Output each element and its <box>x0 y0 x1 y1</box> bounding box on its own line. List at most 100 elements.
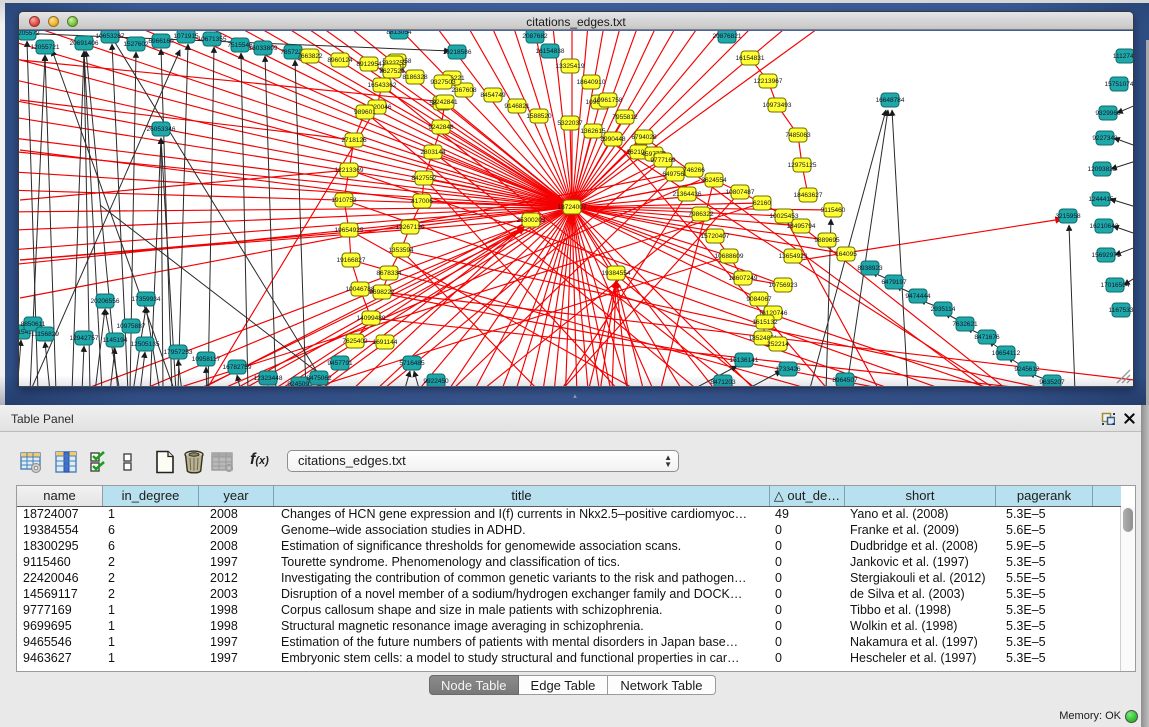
svg-text:7632621: 7632621 <box>952 321 978 328</box>
svg-text:9474444: 9474444 <box>905 293 931 300</box>
svg-text:3627521: 3627521 <box>379 68 405 75</box>
svg-text:252214: 252214 <box>767 341 789 348</box>
svg-text:8427552: 8427552 <box>411 175 437 182</box>
svg-text:10046788: 10046788 <box>346 286 375 293</box>
svg-text:9084067: 9084067 <box>746 296 772 303</box>
svg-text:15692971: 15692971 <box>1092 252 1121 259</box>
svg-text:12213967: 12213967 <box>754 78 783 85</box>
svg-text:18463627: 18463627 <box>794 192 823 199</box>
svg-text:10973493: 10973493 <box>763 102 792 109</box>
svg-text:2935114: 2935114 <box>931 306 956 313</box>
svg-text:7625402: 7625402 <box>342 338 368 345</box>
svg-text:8964507: 8964507 <box>832 377 858 384</box>
svg-text:6966160: 6966160 <box>148 38 174 45</box>
svg-text:12505135: 12505135 <box>131 341 160 348</box>
svg-text:7485063: 7485063 <box>785 132 811 139</box>
svg-text:12093823: 12093823 <box>1088 166 1117 173</box>
svg-text:8912954: 8912954 <box>356 61 382 68</box>
svg-text:17957253: 17957253 <box>164 349 193 356</box>
svg-text:1205572: 1205572 <box>19 31 40 37</box>
svg-text:16543362: 16543362 <box>368 82 397 89</box>
svg-text:9457791: 9457791 <box>327 360 353 367</box>
svg-text:16033809: 16033809 <box>249 45 278 52</box>
svg-text:19166827: 19166827 <box>337 257 366 264</box>
svg-text:13654923: 13654923 <box>779 253 808 260</box>
svg-text:13267130: 13267130 <box>396 224 425 231</box>
svg-text:9635207: 9635207 <box>1039 379 1065 386</box>
svg-text:20206556: 20206556 <box>91 298 120 305</box>
svg-text:1244415: 1244415 <box>1088 196 1114 203</box>
svg-text:1167533: 1167533 <box>1109 307 1133 314</box>
svg-text:25300203: 25300203 <box>517 217 546 224</box>
svg-text:18607249: 18607249 <box>729 275 758 282</box>
svg-text:8454749: 8454749 <box>480 92 506 99</box>
svg-text:1615132: 1615132 <box>752 319 778 326</box>
svg-text:1112748: 1112748 <box>1113 53 1133 60</box>
svg-text:989601: 989601 <box>354 109 376 116</box>
svg-text:417006: 417006 <box>411 198 433 205</box>
svg-text:164095: 164095 <box>835 251 857 258</box>
svg-text:9327503: 9327503 <box>430 79 456 86</box>
svg-text:13325419: 13325419 <box>556 63 585 70</box>
svg-text:2718126: 2718126 <box>341 137 367 144</box>
svg-text:1733426: 1733426 <box>775 366 801 373</box>
svg-text:10807487: 10807487 <box>726 189 755 196</box>
svg-text:9889695: 9889695 <box>814 237 840 244</box>
svg-text:62160: 62160 <box>753 200 771 207</box>
svg-text:20691406: 20691406 <box>70 40 99 47</box>
svg-text:10654112: 10654112 <box>992 350 1021 357</box>
svg-text:12055721: 12055721 <box>31 44 60 51</box>
svg-text:10688609: 10688609 <box>715 253 744 260</box>
svg-text:26053346: 26053346 <box>147 126 176 133</box>
svg-text:1588520: 1588520 <box>526 113 552 120</box>
svg-text:16648784: 16648784 <box>876 97 905 104</box>
svg-text:12942757: 12942757 <box>70 335 99 342</box>
svg-text:9115460: 9115460 <box>821 207 846 214</box>
svg-text:7986322: 7986322 <box>688 211 714 218</box>
svg-text:12975125: 12975125 <box>788 162 817 169</box>
svg-text:9777169: 9777169 <box>650 157 676 164</box>
svg-text:1362615: 1362615 <box>580 128 606 135</box>
svg-text:20876821: 20876821 <box>713 33 742 40</box>
svg-text:10958117: 10958117 <box>192 356 221 363</box>
svg-text:9146821: 9146821 <box>504 103 530 110</box>
svg-text:746266: 746266 <box>683 167 705 174</box>
svg-text:10756923: 10756923 <box>769 282 798 289</box>
svg-text:17016504: 17016504 <box>1101 282 1130 289</box>
svg-text:1910753: 1910753 <box>331 197 357 204</box>
svg-text:8678334: 8678334 <box>376 270 402 277</box>
svg-text:1071915: 1071915 <box>173 33 199 40</box>
svg-text:19384554: 19384554 <box>602 270 631 277</box>
svg-text:1353594: 1353594 <box>388 247 414 254</box>
svg-text:16210643: 16210643 <box>1090 223 1119 230</box>
svg-text:10975887: 10975887 <box>117 323 146 330</box>
svg-text:6794028: 6794028 <box>631 134 657 141</box>
svg-text:3624554: 3624554 <box>701 177 727 184</box>
svg-text:12323448: 12323448 <box>254 375 283 382</box>
svg-text:5716485: 5716485 <box>399 360 425 367</box>
svg-text:9242848: 9242848 <box>428 124 454 131</box>
svg-text:1527602: 1527602 <box>123 41 149 48</box>
svg-text:7663822: 7663822 <box>297 53 323 60</box>
svg-text:3215958: 3215958 <box>1055 213 1081 220</box>
svg-text:15751074: 15751074 <box>1105 81 1133 88</box>
svg-text:8186328: 8186328 <box>402 74 428 81</box>
svg-text:11156829: 11156829 <box>31 331 59 338</box>
svg-text:8938923: 8938923 <box>857 265 883 272</box>
svg-text:18724007: 18724007 <box>558 204 587 211</box>
svg-text:8960124: 8960124 <box>327 57 353 64</box>
svg-text:15136141: 15136141 <box>730 357 759 364</box>
svg-text:12213369: 12213369 <box>335 167 364 174</box>
svg-text:10653287: 10653287 <box>96 33 125 40</box>
svg-text:14099489: 14099489 <box>357 315 386 322</box>
svg-text:2367608: 2367608 <box>451 87 477 94</box>
svg-text:9922450: 9922450 <box>423 378 449 385</box>
svg-text:9245612: 9245612 <box>1014 366 1040 373</box>
svg-text:17359934: 17359934 <box>132 296 161 303</box>
svg-text:19654925: 19654925 <box>335 227 364 234</box>
svg-text:2803144: 2803144 <box>420 149 446 156</box>
svg-text:16154831: 16154831 <box>736 55 765 62</box>
svg-text:19218586: 19218586 <box>443 49 472 56</box>
svg-text:15720407: 15720407 <box>701 233 730 240</box>
svg-text:8471203: 8471203 <box>710 379 736 386</box>
